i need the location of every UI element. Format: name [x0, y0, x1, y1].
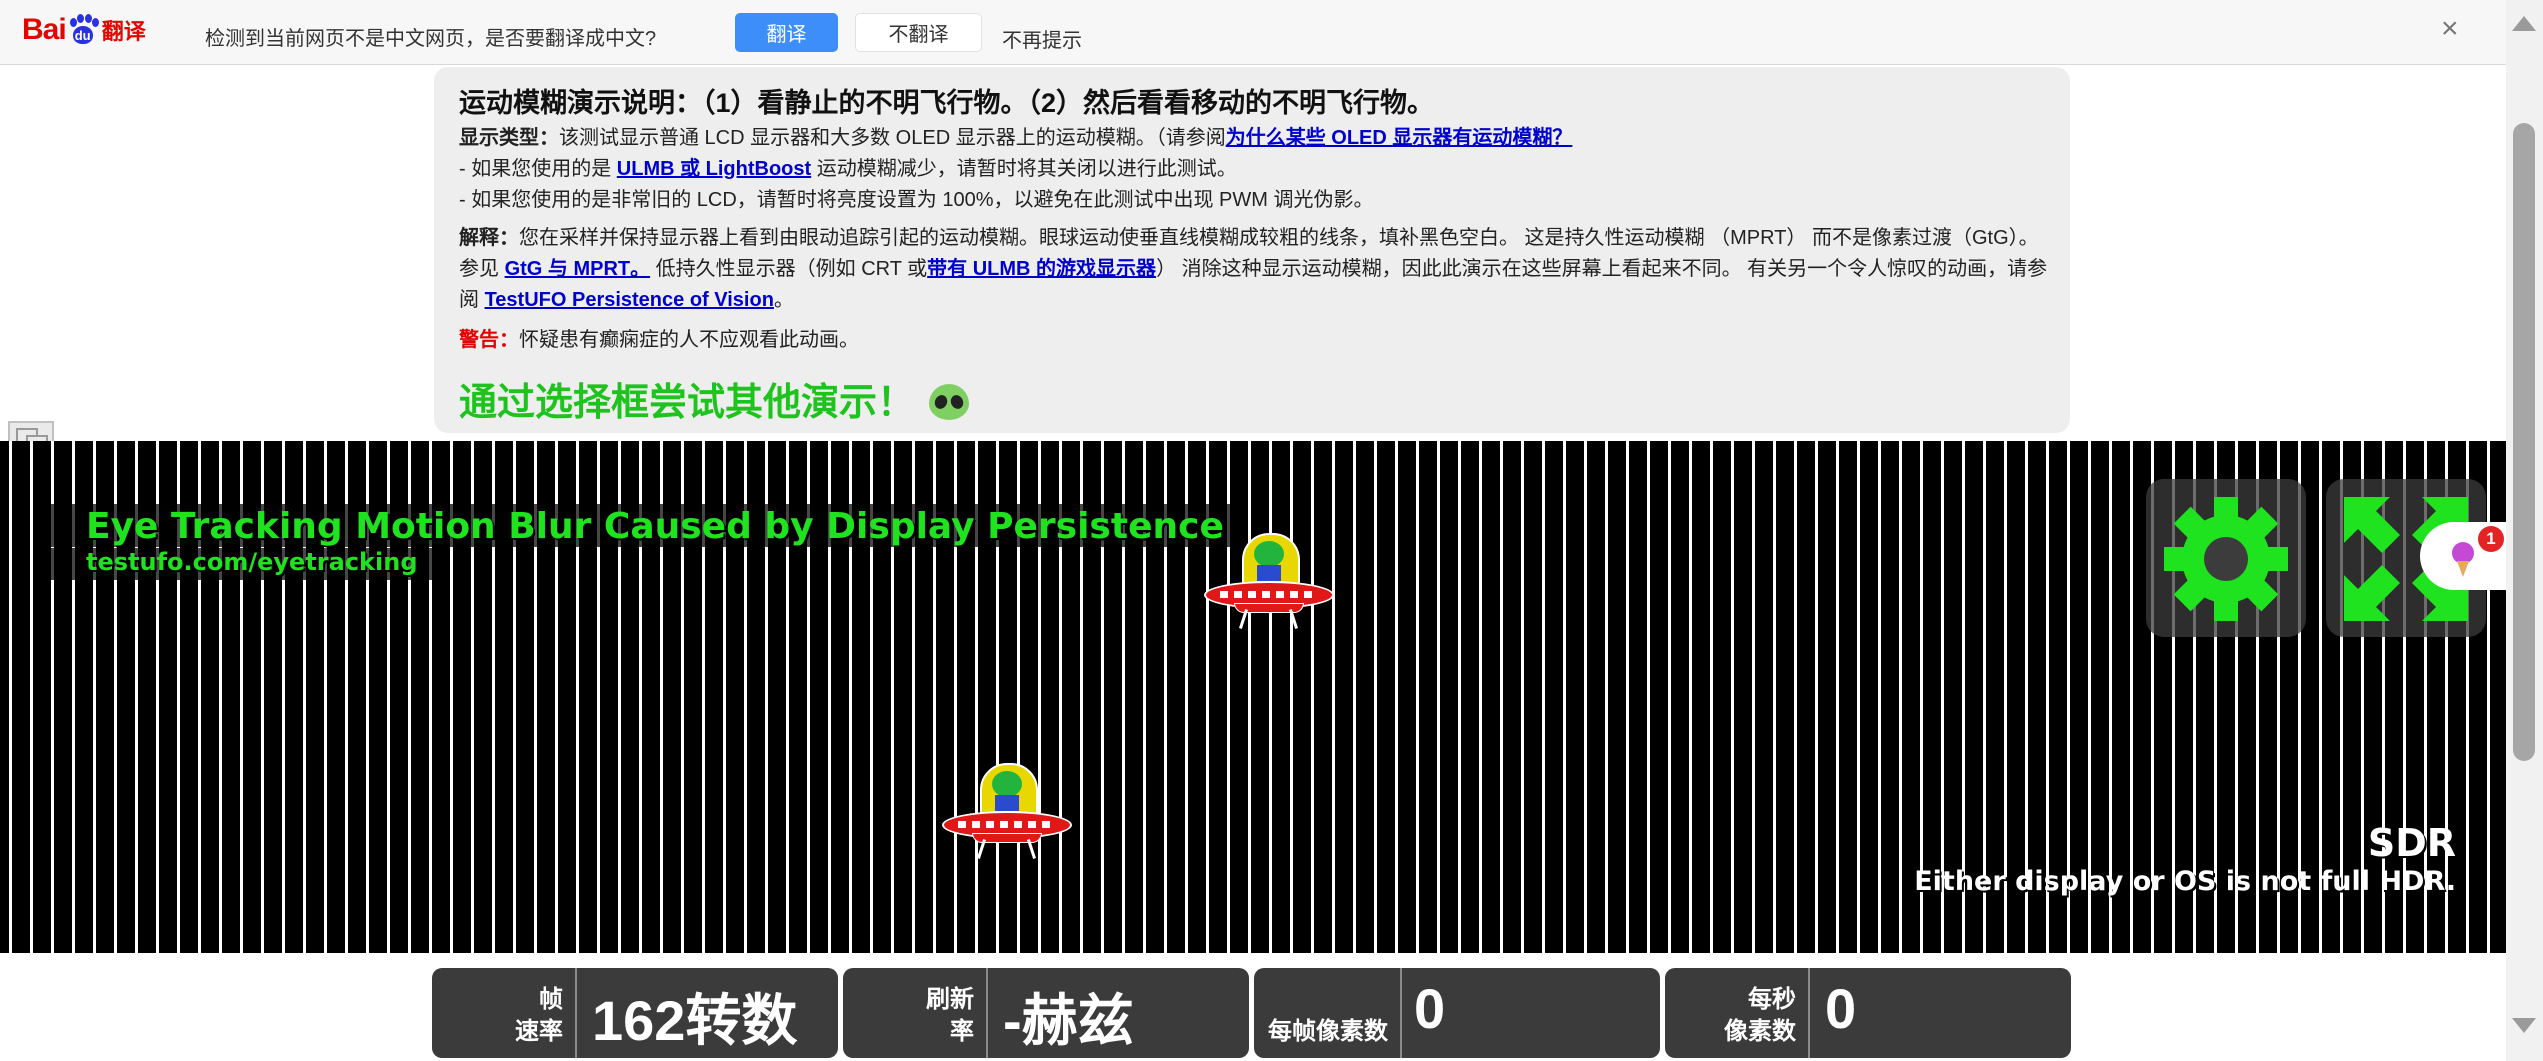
frame-rate-label-line2: 速率 — [515, 1018, 563, 1045]
pixels-per-frame-value: 0 — [1414, 977, 1446, 1040]
try-other-demos-text: 通过选择框尝试其他演示！ — [459, 382, 916, 424]
pixels-per-frame-stat: 每帧像素数 0 — [1254, 968, 1660, 1058]
display-type-label: 显示类型： — [459, 127, 559, 149]
canvas-url: testufo.com/eyetracking — [48, 548, 432, 580]
frame-rate-value: 162转数 — [592, 989, 798, 1052]
settings-gear-button[interactable] — [2146, 479, 2306, 637]
scroll-up-arrow-icon[interactable] — [2512, 16, 2536, 31]
ice-cream-icon — [2452, 542, 2474, 577]
ulmb-lightboost-link[interactable]: ULMB 或 LightBoost — [617, 158, 811, 180]
refresh-rate-label: 刷新率 — [843, 968, 988, 1058]
eye-tracking-animation-canvas: Eye Tracking Motion Blur Caused by Displ… — [0, 441, 2506, 953]
pixels-per-second-label-line2: 像素数 — [1724, 1018, 1796, 1045]
warning-text: 怀疑患有癫痫症的人不应观看此动画。 — [519, 329, 859, 351]
canvas-title: Eye Tracking Motion Blur Caused by Displ… — [48, 504, 1242, 547]
ulmb-line: - 如果您使用的是 ULMB 或 LightBoost 运动模糊减少，请暂时将其… — [459, 154, 2054, 185]
logo-fanyi-text: 翻译 — [101, 19, 146, 44]
pixels-per-second-label: 每秒像素数 — [1665, 968, 1810, 1058]
baidu-paw-icon: du — [68, 14, 99, 46]
translate-button[interactable]: 翻译 — [735, 13, 838, 52]
scroll-down-arrow-icon[interactable] — [2512, 1018, 2536, 1033]
gtg-vs-mprt-link[interactable]: GtG 与 MPRT。 — [505, 258, 651, 280]
pixels-per-frame-label-line2: 每帧像素数 — [1268, 1018, 1388, 1045]
frame-rate-label-line1: 帧 — [539, 986, 563, 1013]
pixels-per-second-value: 0 — [1825, 977, 1857, 1040]
pixels-per-second-stat: 每秒像素数 0 — [1665, 968, 2071, 1058]
warning-label: 警告： — [459, 329, 519, 351]
floating-notification-widget[interactable]: 1 — [2420, 522, 2506, 590]
display-type-line: 显示类型：该测试显示普通 LCD 显示器和大多数 OLED 显示器上的运动模糊。… — [459, 123, 2054, 154]
instructions-title: 运动模糊演示说明：（1）看静止的不明飞行物。（2）然后看看移动的不明飞行物。 — [459, 88, 1435, 118]
settings-gear-icon — [2164, 497, 2288, 621]
lcd-brightness-line: - 如果您使用的是非常旧的 LCD，请暂时将亮度设置为 100%，以避免在此测试… — [459, 189, 1374, 211]
refresh-rate-stat: 刷新率 -赫兹 — [843, 968, 1249, 1058]
pixels-per-second-label-line1: 每秒 — [1748, 986, 1796, 1013]
display-type-section: 显示类型：该测试显示普通 LCD 显示器和大多数 OLED 显示器上的运动模糊。… — [459, 123, 2054, 216]
page-scrollbar[interactable] — [2506, 0, 2543, 1061]
alien-emoji-icon — [929, 383, 970, 420]
no-translate-button[interactable]: 不翻译 — [855, 13, 982, 52]
explanation-section: 解释：您在采样并保持显示器上看到由眼动追踪引起的运动模糊。眼球运动使垂直线模糊成… — [459, 223, 2054, 316]
translate-bar: Bai du 翻译 检测到当前网页不是中文网页，是否要翻译成中文? 翻译 不翻译… — [0, 0, 2543, 65]
try-other-demos-callout: 通过选择框尝试其他演示！ — [459, 371, 970, 426]
refresh-rate-label-line1: 刷新 — [926, 986, 974, 1013]
persistence-of-vision-link[interactable]: TestUFO Persistence of Vision — [485, 289, 774, 311]
explanation-text-4: 。 — [773, 289, 794, 311]
ulmb-gaming-monitor-link[interactable]: 带有 ULMB 的游戏显示器 — [927, 258, 1156, 280]
warning-section: 警告：怀疑患有癫痫症的人不应观看此动画。 — [459, 325, 2054, 356]
oled-motion-blur-link[interactable]: 为什么某些 OLED 显示器有运动模糊？ — [1226, 127, 1573, 149]
explanation-label: 解释： — [459, 227, 519, 249]
explanation-text-2: 低持久性显示器（例如 CRT 或 — [650, 258, 928, 280]
ulmb-line-prefix: - 如果您使用的是 — [459, 158, 617, 180]
hdr-status-note: Either display or OS is not full HDR. — [1914, 866, 2456, 897]
translate-prompt-message: 检测到当前网页不是中文网页，是否要翻译成中文? — [205, 28, 657, 50]
scrollbar-thumb[interactable] — [2513, 123, 2535, 761]
display-type-text: 该测试显示普通 LCD 显示器和大多数 OLED 显示器上的运动模糊。（请参阅 — [559, 127, 1226, 149]
pixels-per-frame-label: 每帧像素数 — [1254, 968, 1402, 1058]
no-remind-link[interactable]: 不再提示 — [1002, 24, 1082, 53]
moving-ufo-sprite — [1204, 533, 1334, 633]
stationary-ufo-sprite — [942, 763, 1072, 863]
notification-badge: 1 — [2478, 526, 2504, 552]
logo-bai-text: Bai — [22, 13, 67, 46]
frame-rate-stat: 帧速率 162转数 — [432, 968, 838, 1058]
sdr-label: SDR — [2367, 821, 2456, 865]
refresh-rate-label-line2: 率 — [950, 1018, 974, 1045]
close-icon[interactable]: × — [2441, 12, 2459, 46]
baidu-translate-logo: Bai du 翻译 — [22, 8, 146, 52]
instructions-panel: 运动模糊演示说明：（1）看静止的不明飞行物。（2）然后看看移动的不明飞行物。 显… — [434, 67, 2070, 433]
ulmb-line-suffix: 运动模糊减少，请暂时将其关闭以进行此测试。 — [811, 158, 1237, 180]
frame-rate-label: 帧速率 — [432, 968, 577, 1058]
refresh-rate-value: -赫兹 — [1003, 989, 1134, 1052]
logo-du-text: du — [72, 26, 93, 44]
